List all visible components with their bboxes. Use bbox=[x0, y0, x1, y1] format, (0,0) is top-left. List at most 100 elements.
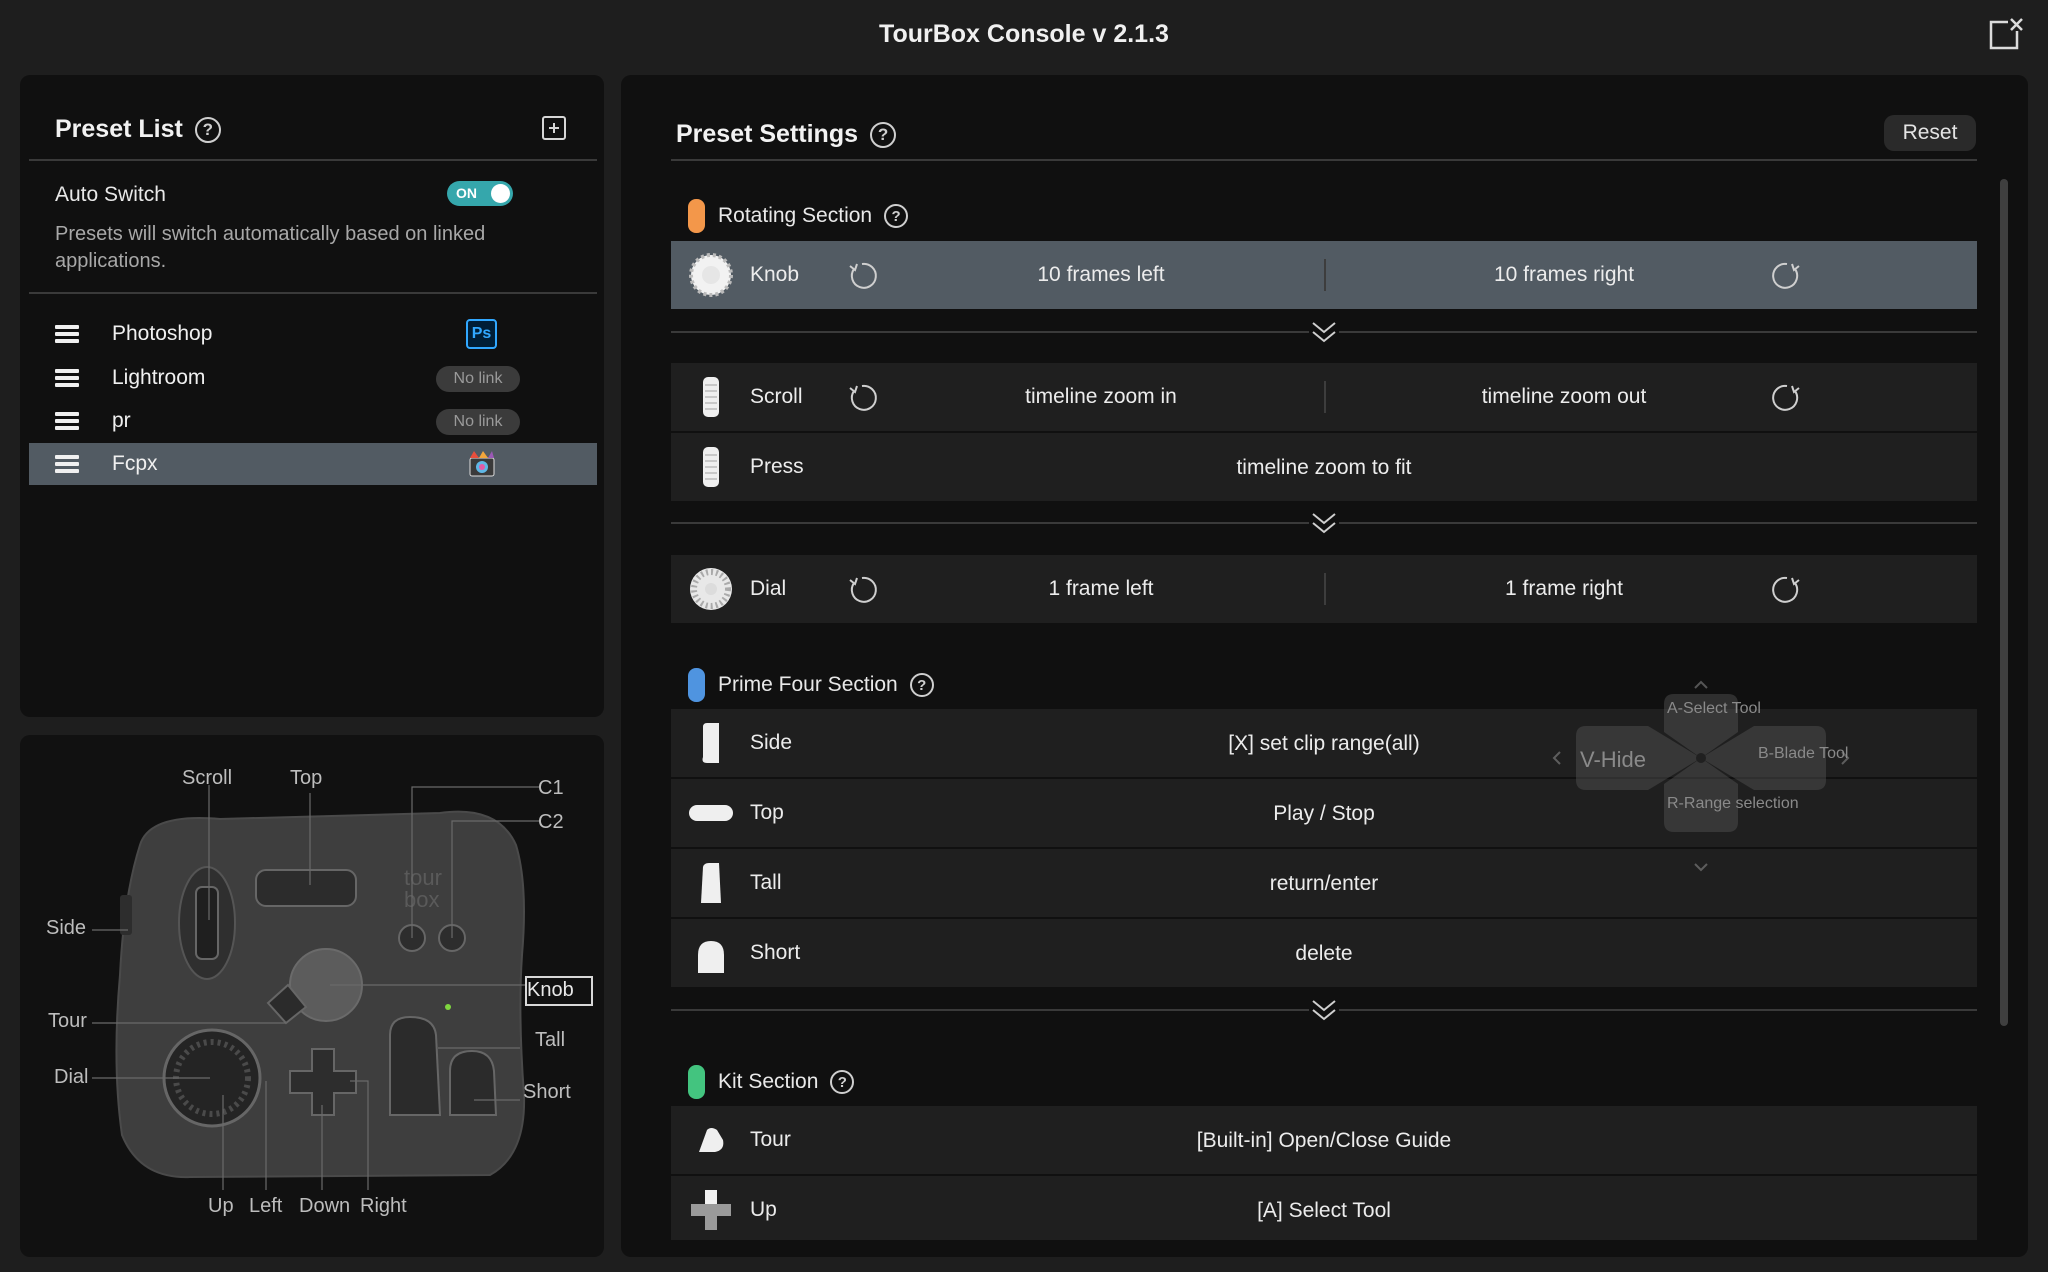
rotating-section-color-marker bbox=[688, 199, 705, 233]
app-title: TourBox Console v 2.1.3 bbox=[879, 20, 1169, 48]
collapse-toggle[interactable] bbox=[671, 995, 1977, 1025]
preset-settings-title: Preset Settings bbox=[676, 120, 859, 148]
double-chevron-down-icon bbox=[1309, 317, 1339, 347]
help-icon[interactable]: ? bbox=[909, 673, 934, 697]
knob-left-action[interactable]: 10 frames left bbox=[901, 263, 1301, 287]
device-label-c1: C1 bbox=[538, 777, 564, 799]
side-row[interactable]: Side [X] set clip range(all) bbox=[671, 709, 1977, 777]
preset-item-pr[interactable]: pr No link bbox=[29, 400, 597, 442]
preset-settings-panel: Preset Settings ? Reset Rotating Section… bbox=[621, 75, 2028, 1257]
scroll-left-action[interactable]: timeline zoom in bbox=[901, 385, 1301, 409]
drag-handle-icon[interactable] bbox=[55, 325, 79, 343]
toggle-knob bbox=[491, 184, 510, 203]
tour-row[interactable]: Tour [Built-in] Open/Close Guide bbox=[671, 1106, 1977, 1174]
top-row[interactable]: Top Play / Stop bbox=[671, 779, 1977, 847]
help-icon[interactable]: ? bbox=[884, 204, 909, 228]
dial-row[interactable]: Dial 1 frame left 1 frame right bbox=[671, 555, 1977, 623]
top-action[interactable]: Play / Stop bbox=[671, 802, 1977, 826]
tour-action[interactable]: [Built-in] Open/Close Guide bbox=[671, 1129, 1977, 1153]
press-action[interactable]: timeline zoom to fit bbox=[671, 456, 1977, 480]
rotating-section-header: Rotating Section ? bbox=[718, 204, 909, 228]
device-diagram-panel: tour box Scroll Top C1 C2 Side Knob Tour… bbox=[20, 735, 604, 1257]
preset-list-header: Preset List ? bbox=[55, 115, 221, 144]
knob-right-action[interactable]: 10 frames right bbox=[1364, 263, 1764, 287]
reset-button[interactable]: Reset bbox=[1884, 115, 1976, 151]
prime-section-color-marker bbox=[688, 668, 705, 702]
preset-name: Photoshop bbox=[112, 322, 213, 345]
scroll-right-action[interactable]: timeline zoom out bbox=[1364, 385, 1764, 409]
preset-list-title: Preset List bbox=[55, 115, 183, 143]
dial-icon bbox=[690, 568, 732, 610]
auto-switch-toggle[interactable]: ON bbox=[447, 181, 513, 206]
final-cut-pro-app-icon bbox=[466, 448, 498, 480]
collapse-toggle[interactable] bbox=[671, 317, 1977, 347]
prime-section-title: Prime Four Section bbox=[718, 673, 898, 696]
divider bbox=[1324, 259, 1326, 291]
no-link-badge: No link bbox=[436, 409, 520, 435]
exit-fullscreen-icon[interactable] bbox=[1988, 15, 2026, 51]
up-action[interactable]: [A] Select Tool bbox=[671, 1199, 1977, 1223]
tourbox-device-image: tour box bbox=[92, 785, 540, 1190]
divider bbox=[29, 159, 597, 161]
divider bbox=[671, 159, 1977, 161]
double-chevron-down-icon bbox=[1309, 995, 1339, 1025]
divider bbox=[29, 292, 597, 294]
tall-row[interactable]: Tall return/enter bbox=[671, 849, 1977, 917]
device-label-top: Top bbox=[290, 767, 323, 789]
double-chevron-down-icon bbox=[1309, 508, 1339, 538]
device-label-up: Up bbox=[208, 1195, 234, 1217]
kit-section-header: Kit Section ? bbox=[718, 1070, 855, 1094]
device-label-short: Short bbox=[523, 1081, 571, 1103]
preset-item-photoshop[interactable]: Photoshop Ps bbox=[29, 313, 597, 355]
no-link-badge: No link bbox=[436, 366, 520, 392]
help-icon[interactable]: ? bbox=[870, 121, 897, 148]
preset-name: pr bbox=[112, 409, 131, 432]
rotate-clockwise-icon bbox=[1772, 384, 1800, 411]
scrollbar[interactable] bbox=[2000, 179, 2008, 1026]
drag-handle-icon[interactable] bbox=[55, 369, 79, 387]
preset-name: Fcpx bbox=[112, 452, 158, 475]
device-label-right: Right bbox=[360, 1195, 407, 1217]
collapse-toggle[interactable] bbox=[671, 508, 1977, 538]
drag-handle-icon[interactable] bbox=[55, 455, 79, 473]
device-label-dial: Dial bbox=[54, 1066, 89, 1088]
preset-settings-header: Preset Settings ? bbox=[676, 120, 897, 149]
rotate-counterclockwise-icon bbox=[849, 262, 877, 289]
rotate-clockwise-icon bbox=[1772, 262, 1800, 289]
preset-item-fcpx[interactable]: Fcpx bbox=[29, 443, 597, 485]
photoshop-app-icon: Ps bbox=[466, 319, 497, 349]
divider bbox=[1324, 573, 1326, 605]
knob-icon bbox=[689, 253, 733, 297]
svg-text:box: box bbox=[404, 887, 439, 912]
tall-action[interactable]: return/enter bbox=[671, 872, 1977, 896]
preset-item-lightroom[interactable]: Lightroom No link bbox=[29, 357, 597, 399]
short-action[interactable]: delete bbox=[671, 942, 1977, 966]
rotate-clockwise-icon bbox=[1772, 576, 1800, 603]
add-preset-icon[interactable] bbox=[542, 116, 566, 140]
scroll-row[interactable]: Scroll timeline zoom in timeline zoom ou… bbox=[671, 363, 1977, 431]
knob-label: Knob bbox=[750, 263, 800, 286]
device-label-left: Left bbox=[249, 1195, 283, 1217]
device-label-tall: Tall bbox=[535, 1029, 566, 1051]
knob-row[interactable]: Knob 10 frames left 10 frames right bbox=[671, 241, 1977, 309]
auto-switch-description: Presets will switch automatically based … bbox=[55, 223, 486, 272]
device-label-tour: Tour bbox=[48, 1010, 87, 1032]
drag-handle-icon[interactable] bbox=[55, 412, 79, 430]
device-label-knob: Knob bbox=[527, 979, 574, 1001]
press-row[interactable]: Press timeline zoom to fit bbox=[671, 433, 1977, 501]
dial-right-action[interactable]: 1 frame right bbox=[1364, 577, 1764, 601]
side-action[interactable]: [X] set clip range(all) bbox=[671, 732, 1977, 756]
rotate-counterclockwise-icon bbox=[849, 384, 877, 411]
rotate-counterclockwise-icon bbox=[849, 576, 877, 603]
short-row[interactable]: Short delete bbox=[671, 919, 1977, 987]
up-row[interactable]: Up [A] Select Tool bbox=[671, 1176, 1977, 1240]
device-label-down: Down bbox=[299, 1195, 351, 1217]
auto-switch-label: Auto Switch bbox=[55, 183, 166, 206]
preset-list-panel: Preset List ? Auto Switch ON Presets wil… bbox=[20, 75, 604, 717]
help-icon[interactable]: ? bbox=[830, 1070, 855, 1094]
help-icon[interactable]: ? bbox=[194, 116, 221, 143]
preset-name: Lightroom bbox=[112, 366, 206, 389]
scroll-wheel-icon bbox=[703, 377, 719, 417]
scroll-label: Scroll bbox=[750, 385, 803, 408]
dial-left-action[interactable]: 1 frame left bbox=[901, 577, 1301, 601]
